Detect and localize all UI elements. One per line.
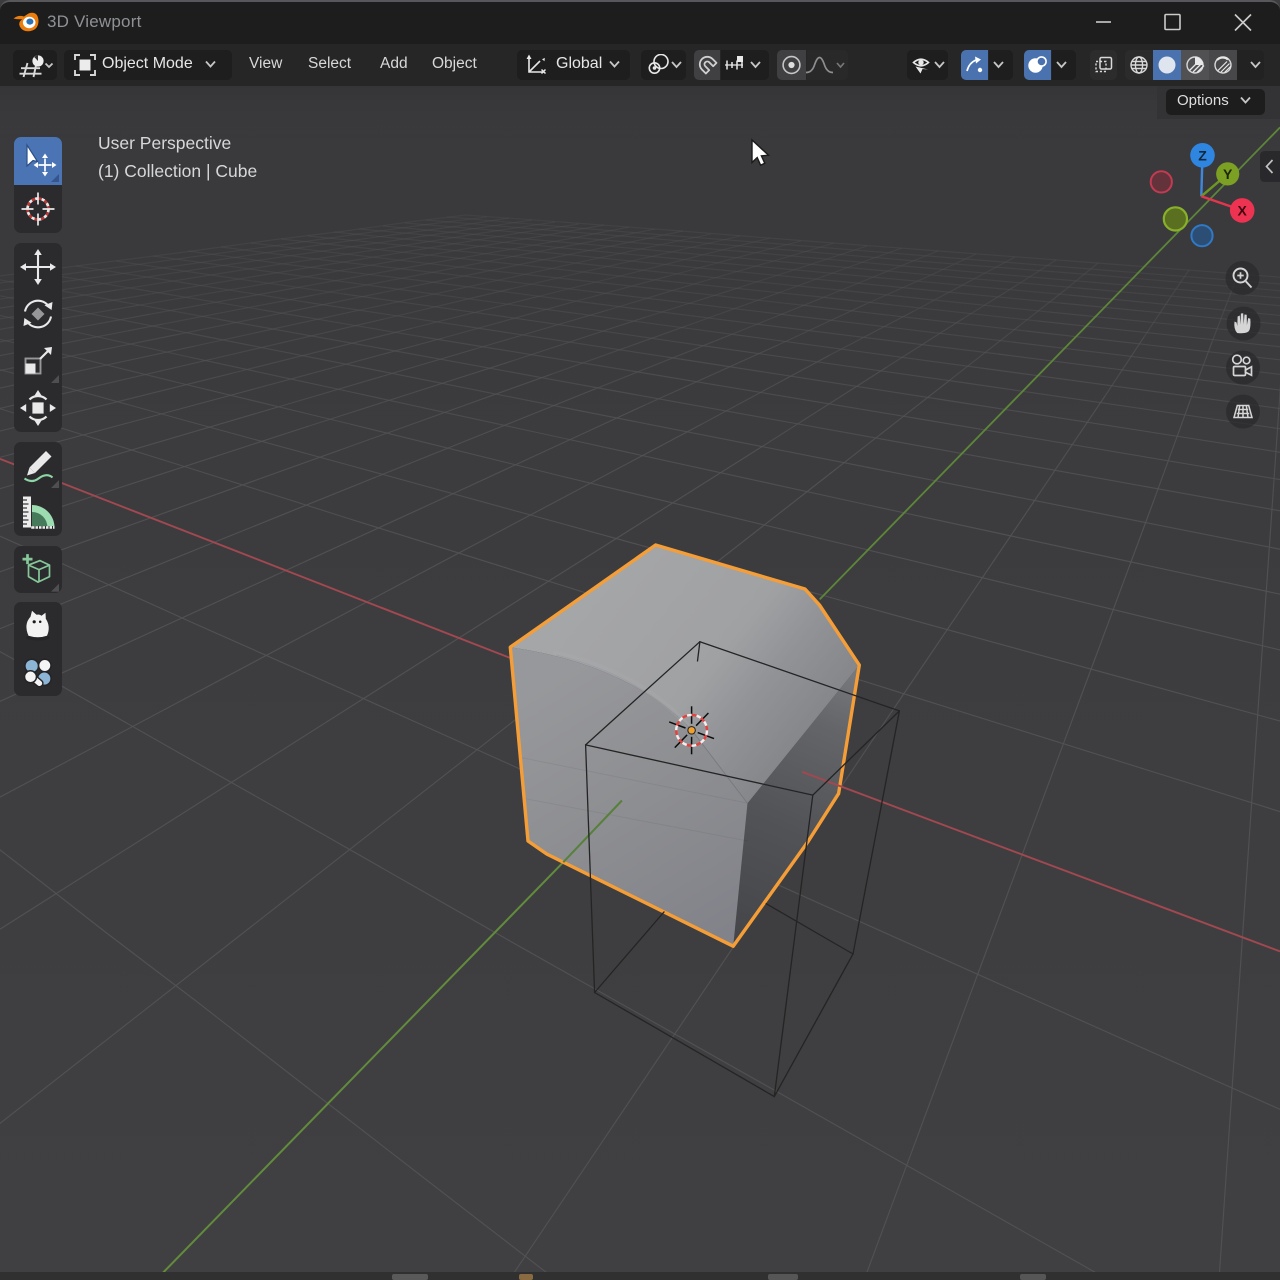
- svg-text:X: X: [1238, 203, 1248, 219]
- svg-text:Z: Z: [1198, 147, 1207, 163]
- svg-text:Y: Y: [1223, 166, 1233, 182]
